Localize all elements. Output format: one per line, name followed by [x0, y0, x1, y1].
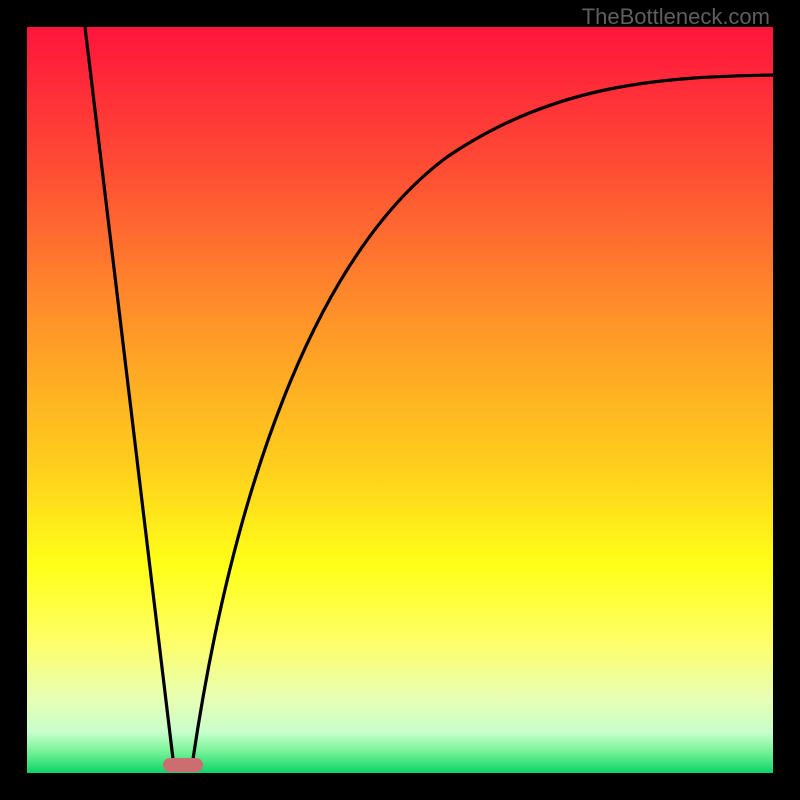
bottleneck-curve	[27, 27, 773, 773]
watermark-text: TheBottleneck.com	[582, 4, 770, 30]
optimum-marker	[163, 758, 203, 772]
plot-frame	[27, 27, 773, 773]
